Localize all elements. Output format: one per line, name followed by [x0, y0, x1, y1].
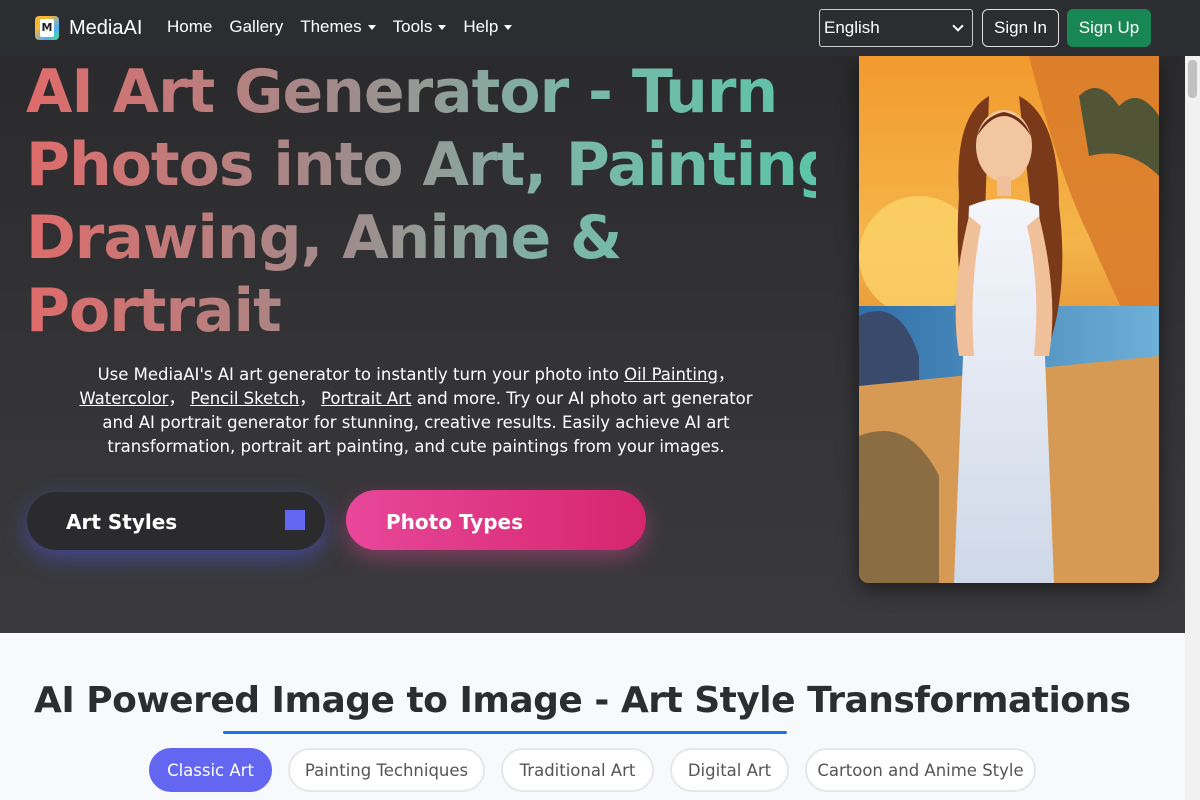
brand-logo-icon: M [35, 16, 59, 40]
sign-in-button[interactable]: Sign In [982, 9, 1059, 47]
scrollbar-thumb[interactable] [1188, 60, 1197, 98]
nav-home[interactable]: Home [167, 17, 212, 37]
sign-up-button[interactable]: Sign Up [1067, 9, 1151, 47]
language-select[interactable]: English [819, 9, 973, 47]
brand[interactable]: M MediaAI [35, 16, 142, 40]
tab-classic-art[interactable]: Classic Art [149, 748, 272, 792]
link-pencil-sketch[interactable]: Pencil Sketch [190, 389, 299, 408]
chevron-down-icon [952, 20, 964, 32]
style-tabs: Classic Art Painting Techniques Traditio… [149, 748, 1052, 792]
art-styles-button[interactable]: Art Styles [27, 492, 325, 550]
caret-down-icon [367, 24, 376, 30]
hero-description: Use MediaAI's AI art generator to instan… [79, 365, 753, 456]
nav-tools-dropdown[interactable]: Tools [393, 17, 447, 37]
tab-digital-art[interactable]: Digital Art [670, 748, 789, 792]
art-style-section: AI Powered Image to Image - Art Style Tr… [0, 633, 1185, 800]
nav-help-dropdown[interactable]: Help [463, 17, 513, 37]
nav-gallery[interactable]: Gallery [229, 17, 283, 37]
nav-links: Home Gallery Themes Tools Help [167, 17, 529, 37]
caret-down-icon [504, 24, 513, 30]
hero-title-line: Portrait [26, 275, 816, 348]
link-portrait-art[interactable]: Portrait Art [321, 389, 411, 408]
tab-painting-techniques[interactable]: Painting Techniques [288, 748, 485, 792]
tab-traditional-art[interactable]: Traditional Art [501, 748, 654, 792]
hero-title-line: AI Art Generator - Turn [26, 56, 816, 129]
caret-down-icon [438, 24, 447, 30]
hero-title-line: Drawing, Anime & [26, 202, 816, 275]
painting-illustration [859, 56, 1159, 583]
navbar: M MediaAI Home Gallery Themes Tools Help… [0, 0, 1200, 56]
section-title-underline [223, 731, 787, 734]
nav-themes-dropdown[interactable]: Themes [300, 17, 376, 37]
hero-portrait-image [859, 56, 1159, 583]
brand-name: MediaAI [69, 16, 143, 39]
link-oil-painting[interactable]: Oil Painting [624, 365, 718, 384]
photo-types-button[interactable]: Photo Types [346, 490, 646, 550]
hero-title: AI Art Generator - Turn Photos into Art,… [26, 56, 862, 348]
hero-title-line: Photos into Art, Painting, [26, 130, 862, 200]
tab-cartoon-anime[interactable]: Cartoon and Anime Style [805, 748, 1036, 792]
square-icon [285, 510, 305, 530]
section-title: AI Powered Image to Image - Art Style Tr… [34, 680, 1131, 721]
scrollbar-track[interactable] [1185, 56, 1200, 800]
hero-section: AI Art Generator - Turn Photos into Art,… [0, 56, 1185, 633]
link-watercolor[interactable]: Watercolor [79, 389, 168, 408]
